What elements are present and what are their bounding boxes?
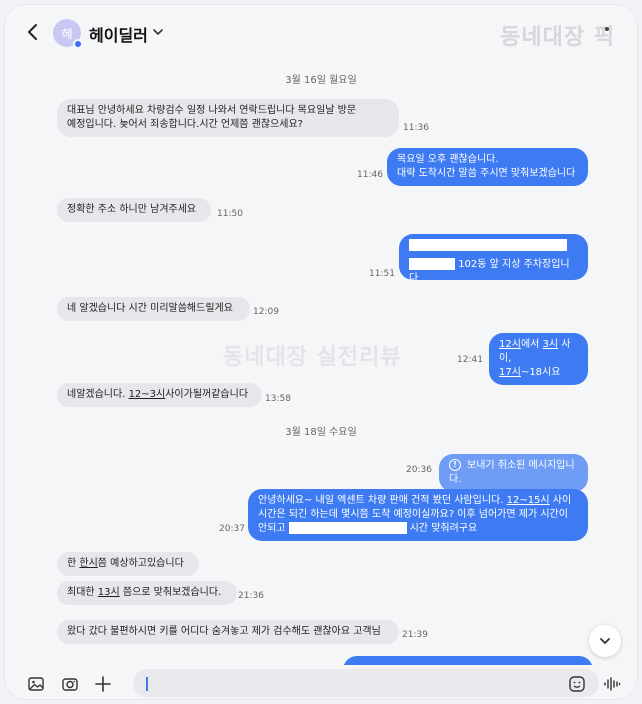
time-link[interactable]: 3시 xyxy=(543,339,559,350)
message-time: 11:46 xyxy=(357,170,383,180)
contact-name[interactable]: 헤이딜러 xyxy=(89,22,148,46)
message-text: 사이가될꺼같습니다 xyxy=(165,389,249,400)
message-text: 정확한 주소 하니만 남겨주세요 xyxy=(67,204,197,215)
input-bar xyxy=(5,665,637,699)
message-line: 12시에서 3시 사이, xyxy=(499,338,578,366)
message-time: 20:37 xyxy=(219,524,245,534)
message-input[interactable] xyxy=(133,669,599,697)
message-line: 안녕하세요~ 내일 엑센트 차량 판매 건적 봤던 사람입니다. 12~15시 … xyxy=(258,494,578,508)
message-text: 네알겠습니다. xyxy=(67,389,129,400)
outgoing-message[interactable]: 102동 앞 지상 주차장입니다 xyxy=(399,234,588,284)
message-text: 안되고 xyxy=(258,523,286,534)
message-line: 시간은 되긴 하는데 몇시쯤 도착 예정이실까요? 이후 넘어가면 제가 시간이 xyxy=(258,509,568,520)
incoming-message[interactable]: 한 한시쯤 예상하고있습니다 xyxy=(57,552,199,576)
avatar[interactable]: 헤 xyxy=(53,19,83,49)
message-line: 17시~18시요 xyxy=(499,366,578,380)
message-text: 안녕하세요~ 내일 엑센트 차량 판매 건적 봤던 사람입니다. xyxy=(258,495,507,506)
message-time: 11:51 xyxy=(369,269,395,279)
gallery-icon[interactable] xyxy=(27,675,45,693)
time-link[interactable]: 12~15시 xyxy=(507,495,550,506)
time-link[interactable]: 한시 xyxy=(79,558,97,569)
incoming-message[interactable]: 대표님 안녕하세요 차량검수 일정 나와서 연락드립니다 목요일날 방문 예정입… xyxy=(57,99,399,137)
message-text: 왔다 갔다 불편하시면 키를 어디다 숨겨놓고 제가 검수해도 괜찮아요 고객님 xyxy=(67,626,381,637)
message-text: 에서 xyxy=(520,339,543,350)
redacted-block xyxy=(409,258,455,270)
message-text: 사이 xyxy=(549,495,572,506)
back-arrow-icon[interactable] xyxy=(23,22,43,42)
message-time: 21:39 xyxy=(402,630,428,640)
emoji-icon[interactable] xyxy=(568,675,586,693)
cancelled-message[interactable]: ! 보내기 취소된 메시지입니다. xyxy=(439,454,588,492)
message-time: 12:09 xyxy=(253,307,279,317)
message-time: 13:58 xyxy=(265,394,291,404)
message-text: ~18시요 xyxy=(520,367,561,378)
chat-header: 헤 헤이딜러 동네대장 픽 xyxy=(5,5,637,61)
message-text: 최대한 xyxy=(67,587,98,598)
more-icon[interactable] xyxy=(605,27,609,31)
message-line: 대략 도착시간 말씀 주시면 맞춰보겠습니다 xyxy=(397,168,576,179)
message-text: 네 알겠습니다 시간 미리말씀해드릴게요 xyxy=(67,303,233,314)
time-link[interactable]: 12~3시 xyxy=(129,389,166,400)
incoming-message[interactable]: 정확한 주소 하니만 남겨주세요 xyxy=(57,198,211,222)
message-time: 11:36 xyxy=(403,123,429,133)
incoming-message[interactable]: 네알겠습니다. 12~3시사이가될꺼같습니다 xyxy=(57,383,262,407)
chat-window: 헤 헤이딜러 동네대장 픽 동네대장 실전리뷰 3월 16일 월요일 대표님 안… xyxy=(4,4,638,700)
time-link[interactable]: 13시 xyxy=(98,587,120,598)
watermark-center: 동네대장 실전리뷰 xyxy=(223,345,402,370)
date-separator: 3월 18일 수요일 xyxy=(285,427,357,438)
chevron-down-icon xyxy=(600,638,610,645)
camera-icon[interactable] xyxy=(61,675,79,693)
redacted-block xyxy=(288,522,407,534)
chevron-down-icon[interactable] xyxy=(151,25,165,39)
message-text: 쯤으로 맞춰보겠습니다. xyxy=(119,587,222,598)
message-time: 21:36 xyxy=(238,591,264,601)
outgoing-message[interactable]: 목요일 오후 괜찮습니다. 대략 도착시간 말씀 주시면 맞춰보겠습니다 xyxy=(387,148,588,186)
voice-wave-icon[interactable] xyxy=(603,675,621,693)
message-line: 안되고 시간 맞춰려구요 xyxy=(258,522,578,536)
date-separator: 3월 16일 월요일 xyxy=(285,75,357,86)
time-link[interactable]: 12시 xyxy=(499,339,521,350)
status-dot xyxy=(73,39,83,49)
info-icon: ! xyxy=(449,459,461,471)
message-text: 보내기 취소된 메시지입니다. xyxy=(449,460,575,485)
incoming-message[interactable]: 최대한 13시 쯤으로 맞춰보겠습니다. xyxy=(57,581,237,605)
outgoing-message[interactable]: 안녕하세요~ 내일 엑센트 차량 판매 건적 봤던 사람입니다. 12~15시 … xyxy=(248,489,588,541)
redacted-block xyxy=(409,239,567,251)
message-time: 12:41 xyxy=(457,355,483,365)
message-line: 예정입니다. 늦어서 죄송합니다.시간 언제쯤 괜찮으세요? xyxy=(67,119,303,130)
outgoing-message[interactable]: 12시에서 3시 사이, 17시~18시요 xyxy=(489,333,588,385)
message-text: 시간 맞춰려구요 xyxy=(409,523,478,534)
incoming-message[interactable]: 네 알겠습니다 시간 미리말씀해드릴게요 xyxy=(57,297,250,321)
incoming-message[interactable]: 왔다 갔다 불편하시면 키를 어디다 숨겨놓고 제가 검수해도 괜찮아요 고객님 xyxy=(57,620,399,644)
time-link[interactable]: 17시 xyxy=(499,367,521,378)
watermark-logo: 동네대장 픽 xyxy=(500,25,615,50)
message-line: 목요일 오후 괜찮습니다. xyxy=(397,154,499,165)
message-text: 한 xyxy=(67,558,80,569)
message-time: 11:50 xyxy=(217,209,243,219)
avatar-initial: 헤 xyxy=(61,26,73,41)
scroll-down-button[interactable] xyxy=(589,625,621,657)
message-line: 대표님 안녕하세요 차량검수 일정 나와서 연락드립니다 목요일날 방문 xyxy=(67,105,357,116)
text-caret xyxy=(146,677,148,691)
add-icon[interactable] xyxy=(94,675,112,693)
message-time: 20:36 xyxy=(406,465,432,475)
message-text: 쯤 예상하고있습니다 xyxy=(97,558,184,569)
